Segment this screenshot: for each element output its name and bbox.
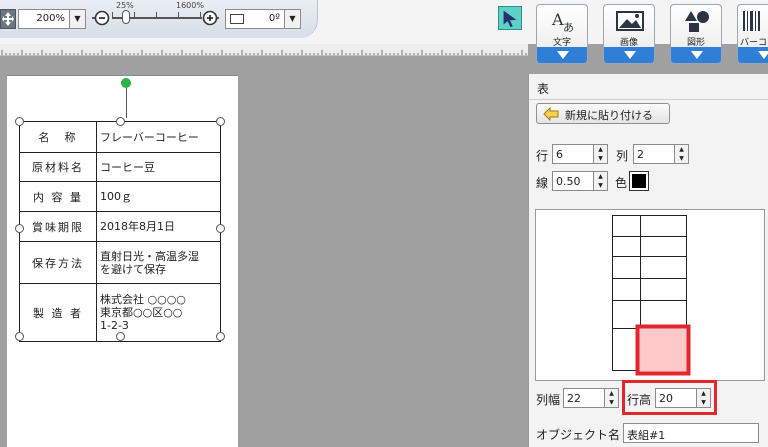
selected-cell[interactable]: [635, 324, 691, 376]
table-cell-key: 保存方法: [19, 241, 97, 284]
resize-handle[interactable]: [15, 117, 24, 126]
table-cell-key: 賞味期限: [19, 211, 97, 242]
zoom-out-icon[interactable]: [92, 9, 110, 27]
resize-handle[interactable]: [116, 332, 125, 341]
select-arrow-tool[interactable]: [498, 6, 522, 30]
table-cell-value: コーヒー豆: [96, 152, 221, 182]
table-cell-key: 原材料名: [19, 152, 97, 182]
zoom-min-label: 25%: [116, 1, 134, 10]
slider-tick: [112, 12, 113, 18]
line-width-value: 0.50: [556, 175, 581, 188]
table-preview[interactable]: [535, 209, 765, 381]
table-cell-value: 100ｇ: [96, 181, 221, 212]
resize-handle[interactable]: [216, 117, 225, 126]
barcode-tool-icon: [743, 11, 760, 31]
chevron-down-icon[interactable]: [671, 47, 721, 63]
color-fill: [632, 174, 646, 188]
table-row: 保存方法 直射日光・高温多湿 を避けて保存: [19, 241, 221, 284]
table-cell-value: 株式会社 ○○○○ 東京都○○区○○ 1-2-3: [96, 283, 221, 342]
cols-label: 列: [616, 149, 629, 163]
rows-label: 行: [536, 149, 549, 163]
table-cell-key: 製 造 者: [19, 283, 97, 342]
object-name-label: オブジェクト名: [536, 428, 621, 442]
paste-new-button[interactable]: 新規に貼り付ける: [536, 103, 670, 124]
zoom-max-label: 1600%: [176, 1, 204, 10]
line-label: 線: [536, 176, 549, 190]
line-width-spinner[interactable]: 0.50 ▲ ▼: [552, 171, 608, 191]
spinner-arrows-icon[interactable]: ▲ ▼: [593, 172, 607, 190]
col-width-label: 列幅: [536, 393, 561, 407]
zoom-slider-thumb[interactable]: [122, 10, 130, 24]
spinner-arrows-icon[interactable]: ▲ ▼: [674, 145, 688, 163]
chevron-down-icon[interactable]: [738, 47, 768, 63]
zoom-rotate-band: 200% ▼ 25% 1600% 0º ▼: [0, 0, 318, 38]
svg-text:あ: あ: [563, 21, 574, 33]
table-cell-value: フレーバーコーヒー: [96, 121, 221, 153]
col-width-spinner[interactable]: 22 ▲ ▼: [563, 388, 619, 408]
row-height-value: 20: [659, 392, 673, 405]
shape-tool-icon: [685, 11, 709, 32]
slider-tick: [178, 12, 179, 18]
table-cell-value: 2018年8月1日: [96, 211, 221, 242]
label-paper[interactable]: 名 称 フレーバーコーヒー 原材料名 コーヒー豆 内 容 量 100ｇ 賞味期限…: [7, 75, 238, 447]
zoom-value: 200%: [36, 13, 65, 24]
col-width-value: 22: [567, 392, 581, 405]
chevron-down-icon[interactable]: ▼: [284, 10, 300, 28]
label-table[interactable]: 名 称 フレーバーコーヒー 原材料名 コーヒー豆 内 容 量 100ｇ 賞味期限…: [19, 121, 221, 342]
cursor-arrow-icon: [503, 10, 517, 28]
table-cell-key: 内 容 量: [19, 181, 97, 212]
resize-handle[interactable]: [15, 224, 24, 233]
rotation-select[interactable]: 0º ▼: [225, 9, 301, 29]
color-label: 色: [615, 176, 628, 190]
rows-value: 6: [556, 148, 563, 161]
paste-new-label: 新規に貼り付ける: [565, 109, 653, 122]
table-cell-key: 名 称: [19, 121, 97, 153]
table-preview-grid: [612, 215, 691, 376]
spinner-arrows-icon[interactable]: ▲ ▼: [696, 389, 710, 407]
row-height-label: 行高: [627, 393, 652, 407]
main-toolbar: 200% ▼ 25% 1600% 0º ▼ A あ 文字 画像 図形 バーコ: [0, 0, 768, 64]
barcode-tool-button[interactable]: バーコ: [737, 4, 768, 64]
table-row: 原材料名 コーヒー豆: [19, 152, 221, 182]
table-properties-panel: 表 新規に貼り付ける 行 6 ▲▼ 列 2 ▲▼ 線 0.50 ▲▼ 色: [528, 74, 768, 447]
horizontal-ruler: [0, 44, 528, 56]
slider-tick: [134, 12, 135, 18]
chevron-down-icon[interactable]: [537, 47, 587, 63]
zoom-select[interactable]: 200% ▼: [18, 9, 86, 29]
slider-tick: [156, 12, 157, 18]
pan-move-icon[interactable]: [0, 9, 16, 29]
image-tool-icon: [616, 11, 644, 31]
chevron-down-icon[interactable]: [604, 47, 654, 63]
cols-value: 2: [637, 148, 644, 161]
text-tool-button[interactable]: A あ 文字: [536, 4, 588, 64]
arrow-left-icon: [543, 107, 559, 121]
table-row: 内 容 量 100ｇ: [19, 181, 221, 212]
chevron-down-icon[interactable]: ▼: [69, 10, 85, 28]
text-tool-icon: A あ: [551, 10, 574, 33]
table-cell-value: 直射日光・高温多湿 を避けて保存: [96, 241, 221, 284]
line-color-swatch[interactable]: [629, 171, 649, 191]
spinner-arrows-icon[interactable]: ▲ ▼: [604, 389, 618, 407]
object-name-value: 表組#1: [627, 429, 666, 442]
shape-tool-button[interactable]: 図形: [670, 4, 722, 64]
design-canvas[interactable]: 名 称 フレーバーコーヒー 原材料名 コーヒー豆 内 容 量 100ｇ 賞味期限…: [0, 57, 528, 447]
image-tool-button[interactable]: 画像: [603, 4, 655, 64]
resize-handle[interactable]: [216, 224, 225, 233]
rows-spinner[interactable]: 6 ▲ ▼: [552, 144, 608, 164]
rotate-handle-line: [126, 88, 127, 118]
panel-title: 表: [537, 82, 550, 96]
rotation-value: 0º: [268, 13, 280, 24]
row-height-spinner[interactable]: 20 ▲ ▼: [655, 388, 711, 408]
zoom-in-icon[interactable]: [201, 9, 219, 27]
rotate-handle[interactable]: [121, 78, 131, 88]
spinner-arrows-icon[interactable]: ▲ ▼: [593, 145, 607, 163]
object-name-field[interactable]: 表組#1: [623, 423, 759, 443]
cols-spinner[interactable]: 2 ▲ ▼: [633, 144, 689, 164]
resize-handle[interactable]: [116, 117, 125, 126]
table-row: 名 称 フレーバーコーヒー: [19, 121, 221, 153]
resize-handle[interactable]: [216, 332, 225, 341]
table-row: 賞味期限 2018年8月1日: [19, 211, 221, 242]
resize-handle[interactable]: [15, 332, 24, 341]
panel-header: 表: [529, 74, 768, 100]
